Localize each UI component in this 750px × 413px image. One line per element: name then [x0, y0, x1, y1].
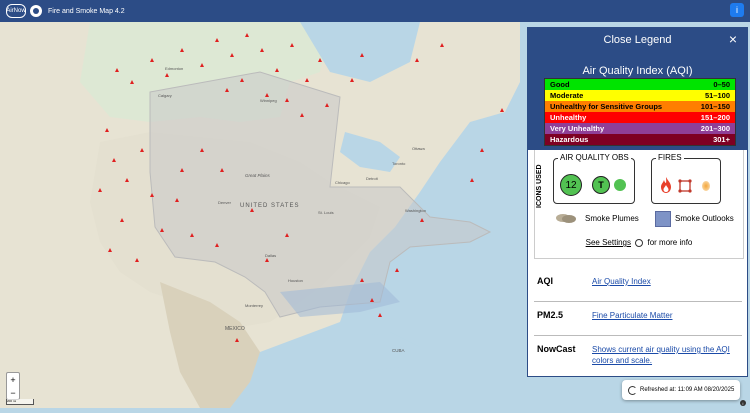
- zoom-controls: + −: [6, 372, 20, 400]
- nowcast-link[interactable]: Shows current air quality using the AQI …: [592, 344, 737, 366]
- aqi-row-hazardous: Hazardous 301+: [545, 134, 735, 145]
- label-detroit: Detroit: [366, 176, 379, 181]
- definition-nowcast: NowCast Shows current air quality using …: [534, 336, 742, 369]
- refresh-text: Refreshed at: 11:09 AM 08/20/2025: [640, 387, 735, 393]
- definition-pm25: PM2.5 Fine Particulate Matter: [534, 302, 742, 336]
- legend-panel: Close Legend × Air Quality Index (AQI) G…: [527, 27, 748, 377]
- aq-obs-title: AIR QUALITY OBS: [558, 153, 631, 162]
- close-legend-title[interactable]: Close Legend: [528, 34, 747, 46]
- app-title: Fire and Smoke Map 4.2: [48, 7, 125, 15]
- term-pm25: PM2.5: [537, 310, 564, 320]
- close-icon[interactable]: ×: [729, 31, 737, 47]
- aqi-title: Air Quality Index (AQI): [582, 65, 693, 77]
- satellite-fire-icon: [702, 181, 710, 191]
- label-monterrey: Monterrey: [245, 303, 263, 308]
- gear-icon: [635, 238, 644, 247]
- pm25-link[interactable]: Fine Particulate Matter: [592, 310, 737, 321]
- icons-used-label: ICONS USED: [536, 164, 543, 208]
- icons-used-box: ICONS USED AIR QUALITY OBS 12 T FIRES Sm…: [534, 150, 744, 259]
- aqi-row-unhealthy: Unhealthy 151–200: [545, 112, 735, 123]
- label-calgary: Calgary: [158, 93, 172, 98]
- aqi-table: Good 0–50 Moderate 51–100 Unhealthy for Se…: [544, 78, 736, 146]
- settings-hint-suffix: for more info: [647, 238, 693, 247]
- refresh-status[interactable]: Refreshed at: 11:09 AM 08/20/2025: [622, 380, 740, 400]
- monitor-obs-icon: 12: [560, 174, 582, 196]
- sensor-dot-icon: [614, 179, 626, 191]
- aqi-row-good: Good 0–50: [545, 79, 735, 90]
- airnow-logo: AirNow: [6, 4, 26, 18]
- label-toronto: Toronto: [392, 161, 406, 166]
- aqi-row-usg: Unhealthy for Sensitive Groups 101–150: [545, 101, 735, 112]
- aqi-row-moderate: Moderate 51–100: [545, 90, 735, 101]
- fires-box: FIRES: [651, 153, 721, 204]
- label-dallas: Dallas: [265, 253, 276, 258]
- label-mexico: MEXICO: [225, 326, 245, 332]
- label-ottawa: Ottawa: [412, 146, 425, 151]
- label-denver: Denver: [218, 200, 232, 205]
- aqi-link[interactable]: Air Quality Index: [592, 276, 737, 287]
- zoom-in-button[interactable]: +: [10, 375, 15, 385]
- fires-title: FIRES: [656, 153, 684, 162]
- smoke-plumes-label: Smoke Plumes: [585, 214, 639, 223]
- label-edmonton: Edmonton: [165, 66, 183, 71]
- fire-perimeter-icon: [678, 179, 692, 193]
- see-settings-link[interactable]: See Settings: [586, 238, 631, 247]
- label-houston: Houston: [288, 278, 303, 283]
- label-winnipeg: Winnipeg: [260, 98, 277, 103]
- term-aqi: AQI: [537, 276, 554, 286]
- definitions-list: AQI Air Quality Index PM2.5 Fine Particu…: [534, 268, 742, 369]
- label-st-louis: St. Louis: [318, 210, 334, 215]
- info-button[interactable]: i: [730, 3, 744, 17]
- definition-aqi: AQI Air Quality Index: [534, 268, 742, 302]
- scale-bar: 200 mi: [6, 399, 34, 405]
- zoom-out-button[interactable]: −: [10, 388, 15, 398]
- term-nowcast: NowCast: [537, 344, 576, 354]
- legend-header: Close Legend × Air Quality Index (AQI) G…: [528, 28, 747, 150]
- label-chicago: Chicago: [335, 180, 350, 185]
- smoke-outlook-icon: [655, 211, 671, 227]
- fire-icon: [661, 177, 671, 193]
- temporary-monitor-icon: T: [592, 176, 610, 194]
- smoke-plume-icon: [556, 214, 576, 223]
- label-great-plains: Great Plains: [245, 173, 271, 178]
- globe-icon: [30, 5, 42, 17]
- refresh-icon: [628, 385, 637, 395]
- aqi-row-very-unhealthy: Very Unhealthy 201–300: [545, 123, 735, 134]
- air-quality-obs-box: AIR QUALITY OBS 12 T: [553, 153, 635, 204]
- smoke-outlooks-label: Smoke Outlooks: [675, 214, 734, 223]
- top-bar: AirNow Fire and Smoke Map 4.2 i: [0, 0, 750, 22]
- attribution-info-icon[interactable]: i: [740, 400, 746, 406]
- label-cuba: CUBA: [392, 348, 405, 353]
- settings-hint: See Settings for more info: [535, 238, 743, 247]
- label-united-states: UNITED STATES: [240, 203, 299, 209]
- label-washington: Washington: [405, 208, 426, 213]
